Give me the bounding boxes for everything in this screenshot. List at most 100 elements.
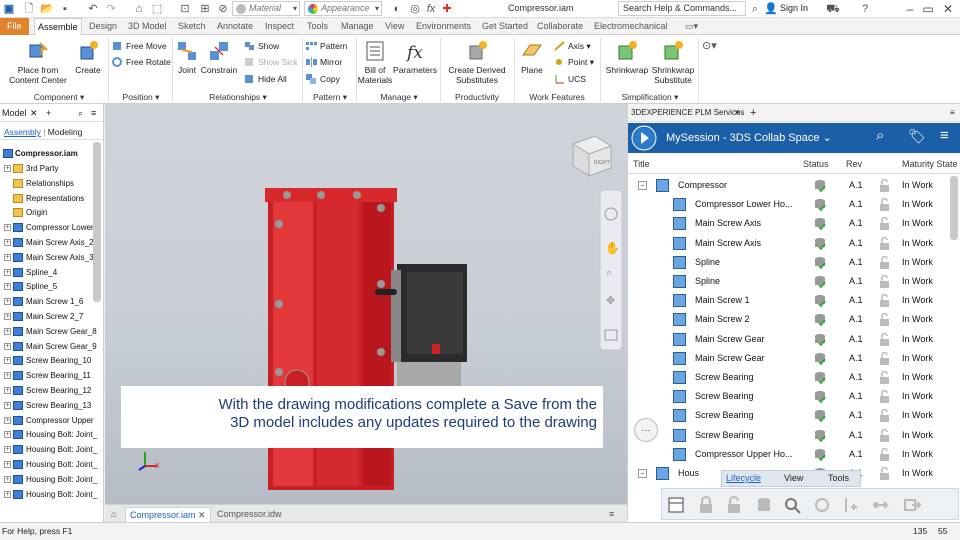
cancel-icon[interactable]: ⊘ (216, 2, 230, 16)
expand-icon[interactable]: + (4, 224, 11, 232)
joint-button[interactable]: Joint (174, 39, 200, 75)
home-icon[interactable]: ⌂ (107, 507, 120, 522)
col-maturity[interactable]: Maturity State (902, 154, 958, 174)
expand-icon[interactable]: + (4, 268, 11, 276)
adjust-icon[interactable]: ◎ (408, 2, 422, 16)
tab-modeling[interactable]: Modeling (48, 127, 83, 137)
place-from-content-center-button[interactable]: Place from Content Center (6, 39, 70, 85)
col-status[interactable]: Status (803, 154, 829, 174)
copy-button[interactable]: Copy (306, 73, 340, 85)
tab-inspect[interactable]: Inspect (262, 18, 297, 35)
unreserve-icon[interactable] (724, 495, 744, 515)
search-icon[interactable]: ⌕ (78, 104, 83, 122)
lock-icon[interactable]: ⊡ (178, 2, 192, 16)
plm-row[interactable]: Compressor Lower Ho... A.1 In Work (628, 195, 960, 214)
shrinkwrap-button[interactable]: Shrinkwrap (604, 39, 650, 75)
plm-row[interactable]: Main Screw Axis A.1 In Work (628, 234, 960, 253)
close-icon[interactable]: ✕ (198, 510, 206, 520)
redo-icon[interactable]: ↷ (104, 2, 118, 16)
expand-icon[interactable]: + (4, 372, 11, 380)
fx-icon[interactable]: fx (424, 2, 438, 16)
tab-menu-icon[interactable]: ≡ (605, 507, 618, 522)
home-icon[interactable]: ⌂ (132, 2, 146, 16)
plm-row[interactable]: Main Screw 1 A.1 In Work (628, 291, 960, 310)
doc-tab-compressor-idw[interactable]: Compressor.idw (213, 507, 286, 522)
expand-icon[interactable]: + (4, 298, 11, 306)
add-icon[interactable]: ✚ (440, 2, 454, 16)
plm-row[interactable]: Screw Bearing A.1 In Work (628, 387, 960, 406)
show-button[interactable]: Show (244, 40, 279, 52)
expand-icon[interactable]: + (4, 357, 11, 365)
collapse-icon[interactable]: − (638, 469, 647, 478)
parameters-button[interactable]: fx Parameters (393, 39, 437, 75)
search-icon[interactable]: ⌕ (748, 2, 762, 16)
share-icon[interactable] (870, 495, 890, 515)
create-component-button[interactable]: Create (72, 39, 104, 75)
menu-icon[interactable]: ≡ (91, 104, 96, 122)
tab-tools[interactable]: Tools (304, 18, 331, 35)
expand-icon[interactable]: + (4, 387, 11, 394)
show-sick-button[interactable]: Show Sick (244, 56, 298, 68)
free-move-button[interactable]: Free Move (112, 40, 167, 52)
expand-icon[interactable]: + (4, 490, 11, 498)
plane-button[interactable]: Plane (518, 39, 546, 75)
session-title[interactable]: MySession - 3DS Collab Space ⌄ (666, 131, 832, 144)
compass-icon[interactable] (630, 124, 658, 152)
create-derived-substitutes-button[interactable]: Create Derived Substitutes (444, 39, 510, 85)
tab-file[interactable]: File (0, 18, 29, 35)
tag-icon[interactable]: 🏷 (908, 128, 926, 145)
tab-view[interactable]: View (784, 471, 803, 486)
tab-sketch[interactable]: Sketch (175, 18, 209, 35)
add-tab-icon[interactable]: + (46, 104, 51, 122)
measure-icon[interactable]: ⊞ (198, 2, 212, 16)
cart-icon[interactable]: ⛟ (826, 2, 840, 16)
tab-view[interactable]: View (382, 18, 407, 35)
menu-icon[interactable]: ≡ (940, 127, 949, 144)
plm-row[interactable]: − Compressor A.1 In Work (628, 176, 960, 195)
expand-icon[interactable]: + (4, 283, 11, 291)
orbit-icon[interactable]: ✥ (606, 294, 615, 307)
plm-row[interactable]: Screw Bearing A.1 In Work (628, 368, 960, 387)
constrain-button[interactable]: Constrain (200, 39, 238, 75)
explore-icon[interactable] (782, 495, 802, 515)
close-button[interactable]: ✕ (940, 1, 956, 17)
tab-get-started[interactable]: Get Started (479, 18, 531, 35)
tab-annotate[interactable]: Annotate (214, 18, 256, 35)
insert-icon[interactable] (840, 495, 860, 515)
user-icon[interactable]: 👤 (764, 2, 778, 16)
appearance-select[interactable]: Appearance ▾ (304, 1, 382, 16)
undo-icon[interactable]: ↶ (86, 2, 100, 16)
axis-button[interactable]: Axis ▾ (554, 40, 591, 52)
menu-icon[interactable]: ≡ (950, 104, 955, 122)
search-icon[interactable]: ⌕ (876, 127, 884, 144)
expand-icon[interactable]: + (4, 239, 11, 246)
expand-icon[interactable]: + (4, 327, 11, 335)
help-search-input[interactable]: Search Help & Commands... (618, 1, 746, 16)
plm-row[interactable]: Main Screw 2 A.1 In Work (628, 310, 960, 329)
mirror-button[interactable]: Mirror (306, 56, 342, 68)
new-icon[interactable]: 🗋 (22, 2, 36, 16)
tab-lifecycle[interactable]: Lifecycle (726, 471, 761, 486)
plm-row[interactable]: Main Screw Gear A.1 In Work (628, 330, 960, 349)
zoom-icon[interactable]: ⌕ (606, 266, 612, 279)
restore-button[interactable]: ▭ (920, 1, 936, 17)
expand-icon[interactable]: + (4, 165, 11, 172)
tab-3d-model[interactable]: 3D Model (125, 18, 170, 35)
shrinkwrap-substitute-button[interactable]: Shrinkwrap Substitute (650, 39, 696, 85)
database-icon[interactable] (754, 495, 774, 515)
pan-icon[interactable]: ✋ (605, 241, 620, 255)
expand-icon[interactable]: + (4, 446, 11, 454)
expand-icon[interactable]: + (4, 313, 11, 320)
close-icon[interactable]: ✕ (734, 104, 741, 122)
plm-row[interactable]: Spline A.1 In Work (628, 253, 960, 272)
save-3dx-icon[interactable] (666, 495, 686, 515)
expand-icon[interactable]: + (4, 401, 11, 409)
tab-electromechanical[interactable]: Electromechanical (591, 18, 671, 35)
collapse-icon[interactable]: − (638, 181, 647, 190)
help-icon[interactable]: ? (858, 2, 872, 16)
refresh-icon[interactable] (812, 495, 832, 515)
clear-override-icon[interactable]: ◐ (390, 2, 404, 16)
tab-collaborate[interactable]: Collaborate (534, 18, 586, 35)
expand-icon[interactable]: + (4, 342, 11, 350)
expand-icon[interactable]: + (4, 475, 11, 483)
